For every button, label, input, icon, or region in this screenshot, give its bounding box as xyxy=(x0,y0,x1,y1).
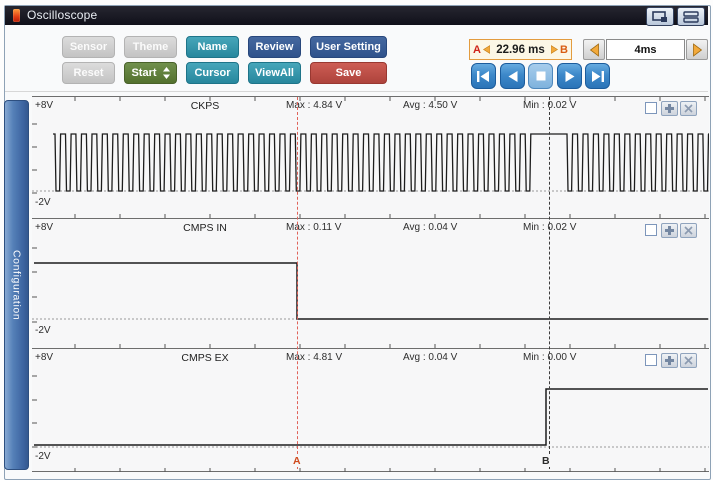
channel-avg-value: Avg : 0.04 V xyxy=(403,352,457,363)
cursor-a-marker[interactable]: A xyxy=(292,455,302,467)
skip-start-icon xyxy=(476,70,491,83)
skip-start-button[interactable] xyxy=(471,63,496,89)
start-button-label: Start xyxy=(131,67,156,79)
cursor-b-line[interactable] xyxy=(549,97,550,469)
stop-button[interactable] xyxy=(528,63,553,89)
arrow-left-icon xyxy=(483,45,490,54)
title-bar xyxy=(5,6,708,25)
channel-select-checkbox[interactable] xyxy=(645,354,657,366)
cursor-delta-readout: A 22.96 ms B xyxy=(469,39,572,60)
plus-icon xyxy=(665,104,674,113)
screen-toggle-icon xyxy=(652,11,668,23)
arrow-right-icon xyxy=(692,43,703,57)
user-setting-button[interactable]: User Setting xyxy=(310,36,387,58)
channel-vtop-label: +8V xyxy=(35,352,53,363)
skip-end-icon xyxy=(590,70,605,83)
channel-select-checkbox[interactable] xyxy=(645,224,657,236)
timebase-decrease-button[interactable] xyxy=(583,39,605,60)
channel-max-value: Max : 4.81 V xyxy=(286,352,342,363)
channel-cmps-in: +8V CMPS IN Max : 0.11 V Avg : 0.04 V Mi… xyxy=(32,218,709,348)
close-icon xyxy=(684,104,693,113)
toolbar-separator xyxy=(5,91,708,92)
ckps-waveform xyxy=(32,97,709,219)
channel-name: CKPS xyxy=(165,100,245,112)
channel-vbottom-label: -2V xyxy=(35,197,51,208)
sensor-button[interactable]: Sensor xyxy=(62,36,115,58)
plus-icon xyxy=(665,226,674,235)
channel-max-value: Max : 4.84 V xyxy=(286,100,342,111)
step-forward-icon xyxy=(564,70,576,83)
step-back-button[interactable] xyxy=(500,63,525,89)
reset-button[interactable]: Reset xyxy=(62,62,115,84)
channel-name: CMPS EX xyxy=(165,352,245,364)
channel-avg-value: Avg : 0.04 V xyxy=(403,222,457,233)
channel-max-value: Max : 0.11 V xyxy=(286,222,341,233)
theme-button[interactable]: Theme xyxy=(124,36,177,58)
step-back-icon xyxy=(507,70,519,83)
channel-name: CMPS IN xyxy=(165,222,245,234)
channel-cmps-ex: +8V CMPS EX Max : 4.81 V Avg : 0.04 V Mi… xyxy=(32,348,709,472)
stop-icon xyxy=(535,70,547,82)
channel-vbottom-label: -2V xyxy=(35,325,51,336)
cursor-a-line[interactable] xyxy=(297,97,298,469)
review-button[interactable]: Review xyxy=(248,36,301,58)
screen-toggle-button[interactable] xyxy=(646,7,674,26)
cursor-b-label: B xyxy=(560,44,568,56)
oscilloscope-app: { "window": { "title": "Oscilloscope", "… xyxy=(0,0,713,480)
window-title: Oscilloscope xyxy=(27,6,97,25)
start-button[interactable]: Start xyxy=(124,62,177,84)
timebase-value[interactable]: 4ms xyxy=(606,39,685,60)
cursor-b-marker[interactable]: B xyxy=(541,455,551,467)
channel-vbottom-label: -2V xyxy=(35,451,51,462)
channel-close-button[interactable] xyxy=(680,101,697,116)
cmps-ex-waveform xyxy=(32,349,709,473)
plus-icon xyxy=(665,356,674,365)
minimize-button[interactable] xyxy=(677,7,705,26)
app-icon xyxy=(13,9,20,22)
cursor-button[interactable]: Cursor xyxy=(186,62,239,84)
cursor-delta-value: 22.96 ms xyxy=(496,44,545,56)
minimize-icon xyxy=(683,11,699,23)
channel-vtop-label: +8V xyxy=(35,222,53,233)
skip-end-button[interactable] xyxy=(585,63,610,89)
configuration-tab[interactable]: Configuration xyxy=(4,100,29,470)
cmps-in-waveform xyxy=(32,219,709,349)
step-forward-button[interactable] xyxy=(557,63,582,89)
channel-close-button[interactable] xyxy=(680,223,697,238)
timebase-increase-button[interactable] xyxy=(686,39,708,60)
channel-vtop-label: +8V xyxy=(35,100,53,111)
name-button[interactable]: Name xyxy=(186,36,239,58)
save-button[interactable]: Save xyxy=(310,62,387,84)
channel-close-button[interactable] xyxy=(680,353,697,368)
configuration-tab-label: Configuration xyxy=(11,250,23,320)
spinner-arrows-icon xyxy=(163,67,170,79)
arrow-left-icon xyxy=(589,43,600,57)
close-icon xyxy=(684,356,693,365)
close-icon xyxy=(684,226,693,235)
channel-zoom-button[interactable] xyxy=(661,353,678,368)
channel-ckps: +8V CKPS Max : 4.84 V Avg : 4.50 V Min :… xyxy=(32,96,709,218)
arrow-right-icon xyxy=(551,45,558,54)
viewall-button[interactable]: ViewAll xyxy=(248,62,301,84)
channel-zoom-button[interactable] xyxy=(661,223,678,238)
cursor-a-label: A xyxy=(473,44,481,56)
channel-avg-value: Avg : 4.50 V xyxy=(403,100,457,111)
channel-zoom-button[interactable] xyxy=(661,101,678,116)
channel-select-checkbox[interactable] xyxy=(645,102,657,114)
